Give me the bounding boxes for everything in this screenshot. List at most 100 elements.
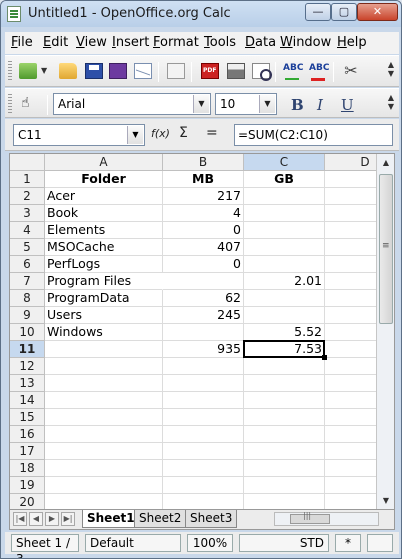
row-header[interactable]: 4	[10, 222, 45, 239]
table-cell-gb[interactable]	[244, 307, 325, 324]
table-cell-folder[interactable]	[45, 375, 163, 392]
first-sheet-icon[interactable]: |◀	[13, 512, 27, 526]
table-cell-gb[interactable]: 7.53	[244, 341, 325, 358]
row-header[interactable]: 8	[10, 290, 45, 307]
row-header[interactable]: 15	[10, 409, 45, 426]
table-cell-mb[interactable]: 0	[163, 222, 244, 239]
row-header[interactable]: 20	[10, 494, 45, 509]
horizontal-scrollbar[interactable]	[274, 511, 379, 526]
spreadsheet-grid[interactable]: A B C D 1 Folder MB GB 2 Acer 217 3 Book 4 4 Elemen…	[9, 153, 395, 510]
name-box[interactable]: C11 ▼	[13, 124, 145, 146]
next-sheet-icon[interactable]: ▶	[45, 512, 59, 526]
font-size-combo[interactable]: 10 ▼	[215, 93, 277, 115]
status-selection-mode[interactable]: STD	[239, 534, 329, 552]
row-header[interactable]: 14	[10, 392, 45, 409]
status-zoom[interactable]: 100%	[187, 534, 233, 552]
spellcheck-icon[interactable]: ABC	[283, 63, 303, 80]
column-header-b[interactable]: B	[163, 154, 244, 171]
save-as-icon[interactable]	[109, 63, 127, 79]
table-cell-mb[interactable]: 0	[163, 256, 244, 273]
sum-button[interactable]: Σ	[179, 125, 188, 141]
table-cell-mb[interactable]	[163, 358, 244, 375]
table-cell-gb[interactable]	[244, 460, 325, 477]
chevron-down-icon[interactable]: ▼	[127, 126, 143, 144]
email-icon[interactable]	[134, 63, 152, 79]
menu-format[interactable]: Format	[153, 35, 199, 50]
font-name-combo[interactable]: Arial ▼	[53, 93, 211, 115]
menu-data[interactable]: Data	[245, 35, 276, 50]
table-cell-folder[interactable]	[45, 477, 163, 494]
table-cell-mb[interactable]	[163, 324, 244, 341]
table-cell-folder[interactable]	[45, 494, 163, 509]
menu-window[interactable]: Window	[280, 35, 331, 50]
toolbar-overflow-icon[interactable]: ▲ ▼	[386, 60, 396, 78]
table-cell-folder[interactable]	[45, 392, 163, 409]
row-header[interactable]: 13	[10, 375, 45, 392]
table-cell-mb[interactable]	[163, 273, 244, 290]
sheet-tab-2[interactable]: Sheet2	[134, 510, 187, 528]
formula-input[interactable]: =SUM(C2:C10)	[234, 124, 393, 146]
row-header[interactable]: 2	[10, 188, 45, 205]
row-header[interactable]: 16	[10, 426, 45, 443]
table-cell-gb[interactable]: 2.01	[244, 273, 325, 290]
print-icon[interactable]	[227, 63, 245, 79]
table-cell-gb[interactable]	[244, 409, 325, 426]
table-cell-gb[interactable]	[244, 392, 325, 409]
table-cell-mb[interactable]	[163, 477, 244, 494]
table-cell-gb[interactable]	[244, 358, 325, 375]
table-cell-mb[interactable]	[163, 375, 244, 392]
table-cell-folder[interactable]	[45, 358, 163, 375]
table-cell-folder[interactable]: ProgramData	[45, 290, 163, 307]
table-cell-mb[interactable]	[163, 409, 244, 426]
table-cell-mb[interactable]	[163, 443, 244, 460]
header-cell-mb[interactable]: MB	[163, 171, 244, 188]
minimize-button[interactable]: —	[305, 3, 331, 21]
table-cell-gb[interactable]	[244, 426, 325, 443]
autospellcheck-icon[interactable]: ABC	[309, 63, 329, 81]
save-icon[interactable]	[85, 63, 103, 79]
table-cell-mb[interactable]: 4	[163, 205, 244, 222]
menu-view[interactable]: View	[76, 35, 107, 50]
table-cell-folder[interactable]	[45, 409, 163, 426]
function-button[interactable]: =	[206, 125, 218, 141]
table-cell-mb[interactable]: 217	[163, 188, 244, 205]
chevron-down-icon[interactable]: ▼	[259, 95, 275, 113]
table-cell-mb[interactable]: 62	[163, 290, 244, 307]
title-bar[interactable]: Untitled1 - OpenOffice.org Calc — ▢ ✕	[1, 1, 401, 27]
maximize-button[interactable]: ▢	[331, 3, 357, 21]
table-cell-gb[interactable]	[244, 494, 325, 509]
table-cell-folder[interactable]: Program Files	[45, 273, 163, 290]
column-header-c[interactable]: C	[244, 154, 325, 171]
row-header[interactable]: 17	[10, 443, 45, 460]
export-pdf-icon[interactable]	[201, 63, 219, 79]
table-cell-folder[interactable]	[45, 426, 163, 443]
scroll-up-icon[interactable]: ▲	[377, 154, 394, 171]
row-header[interactable]: 18	[10, 460, 45, 477]
table-cell-gb[interactable]	[244, 205, 325, 222]
table-cell-folder[interactable]: Elements	[45, 222, 163, 239]
table-cell-gb[interactable]	[244, 477, 325, 494]
row-header[interactable]: 10	[10, 324, 45, 341]
table-cell-folder[interactable]: Acer	[45, 188, 163, 205]
table-cell-folder[interactable]: MSOCache	[45, 239, 163, 256]
table-cell-mb[interactable]: 407	[163, 239, 244, 256]
menu-tools[interactable]: Tools	[204, 35, 236, 50]
row-header[interactable]: 7	[10, 273, 45, 290]
table-cell-gb[interactable]	[244, 256, 325, 273]
horizontal-scroll-thumb[interactable]	[290, 511, 330, 524]
column-header-a[interactable]: A	[45, 154, 163, 171]
last-sheet-icon[interactable]: ▶|	[61, 512, 75, 526]
table-cell-folder[interactable]	[45, 443, 163, 460]
sheet-tab-1[interactable]: Sheet1	[82, 510, 140, 528]
chevron-down-icon[interactable]: ▼	[193, 95, 209, 113]
table-cell-mb[interactable]	[163, 494, 244, 509]
table-cell-folder[interactable]: Book	[45, 205, 163, 222]
cut-icon[interactable]: ✂	[342, 63, 360, 79]
menu-edit[interactable]: Edit	[43, 35, 68, 50]
table-cell-mb[interactable]	[163, 426, 244, 443]
scroll-down-icon[interactable]: ▼	[377, 492, 394, 509]
row-header[interactable]: 9	[10, 307, 45, 324]
prev-sheet-icon[interactable]: ◀	[29, 512, 43, 526]
vertical-scroll-thumb[interactable]	[379, 174, 393, 324]
row-header[interactable]: 1	[10, 171, 45, 188]
